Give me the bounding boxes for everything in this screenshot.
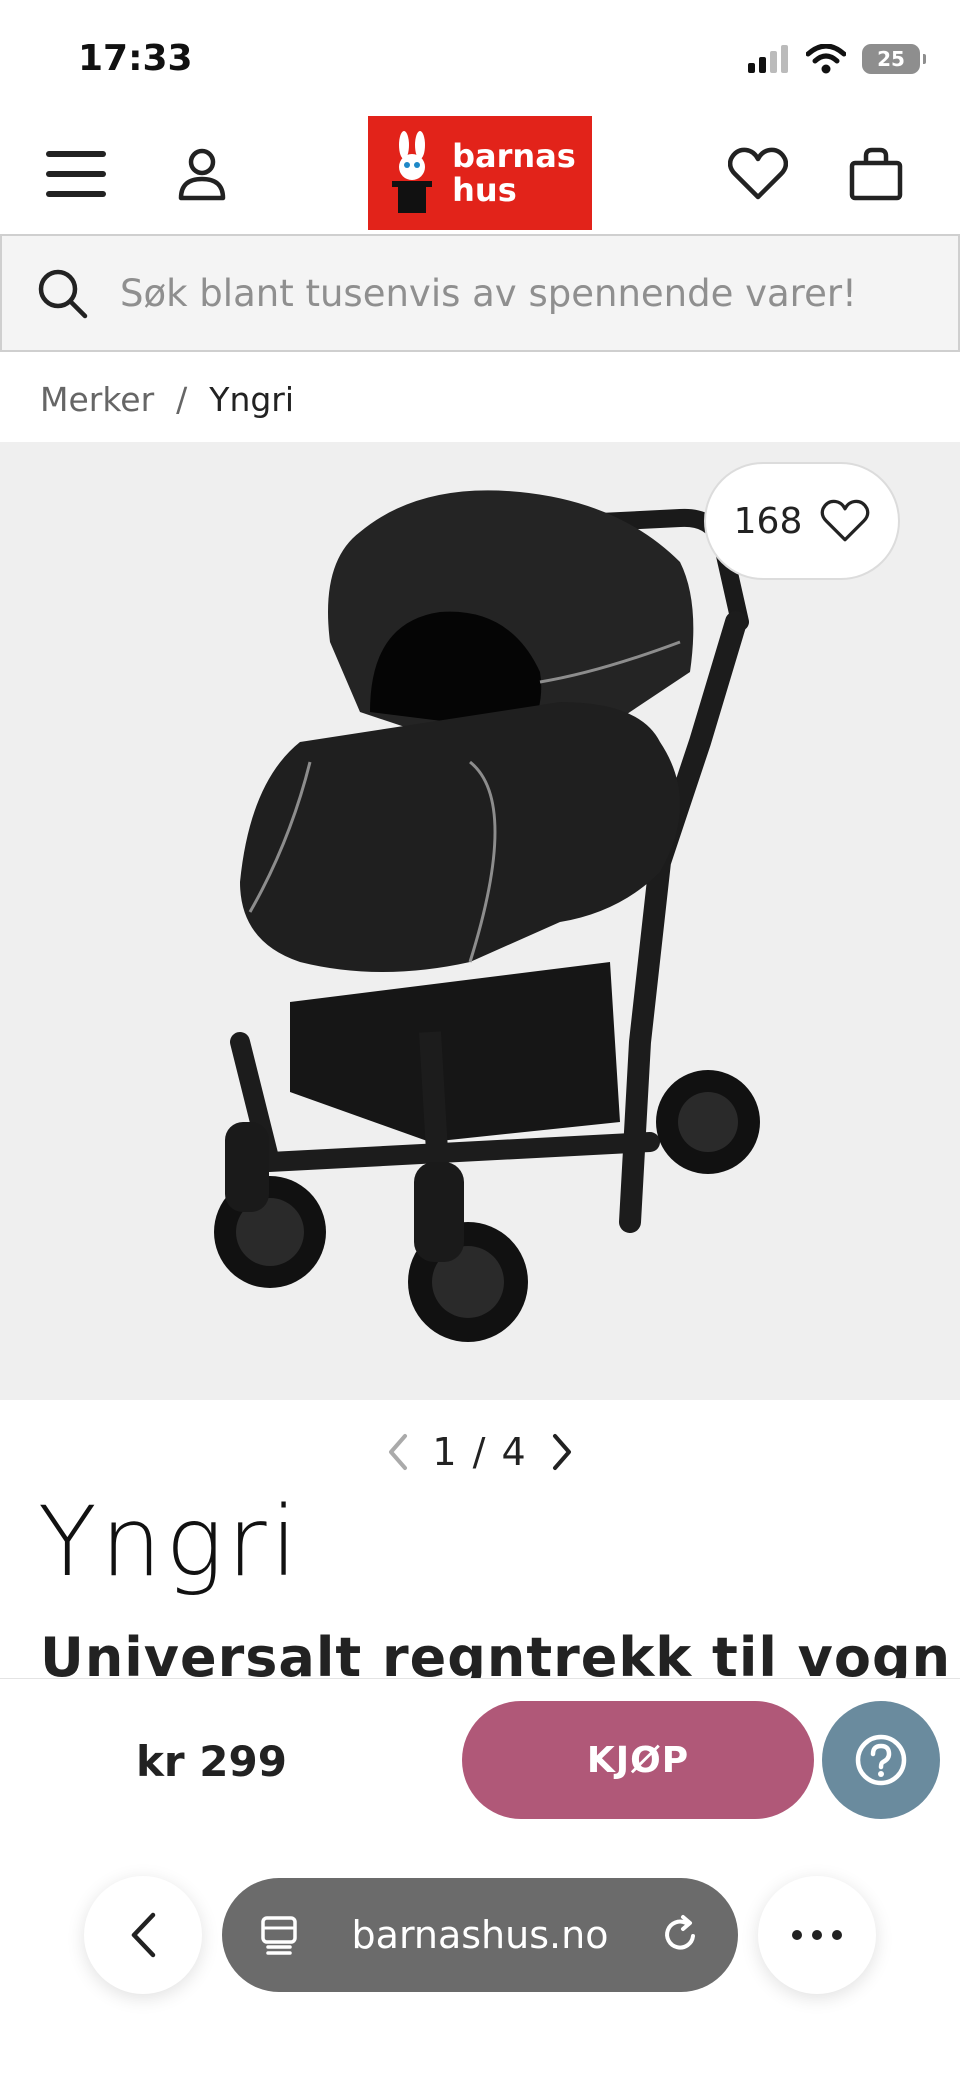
image-pager: 1 / 4 xyxy=(0,1422,960,1482)
pager-status: 1 / 4 xyxy=(432,1430,528,1474)
product-price: kr 299 xyxy=(136,1737,287,1786)
battery-indicator: 25 xyxy=(862,44,926,74)
breadcrumb-current: Yngri xyxy=(209,379,295,419)
menu-button[interactable] xyxy=(36,134,116,214)
chevron-left-icon xyxy=(131,1912,156,1958)
menu-icon xyxy=(46,151,106,197)
bag-icon xyxy=(849,147,903,201)
site-logo[interactable]: barnas hus xyxy=(368,116,592,230)
help-button[interactable] xyxy=(822,1701,940,1819)
wifi-icon xyxy=(806,44,846,74)
tabs-icon[interactable] xyxy=(258,1914,300,1956)
status-icons: 25 xyxy=(748,44,926,74)
address-bar[interactable]: barnashus.no xyxy=(222,1878,738,1992)
signal-icon xyxy=(748,45,788,73)
buy-bar: kr 299 KJØP xyxy=(0,1678,960,1858)
help-icon xyxy=(855,1734,907,1786)
account-button[interactable] xyxy=(162,134,242,214)
more-icon xyxy=(792,1930,842,1940)
chevron-right-icon xyxy=(552,1434,571,1470)
wishlist-button[interactable] xyxy=(718,134,798,214)
browser-more-button[interactable] xyxy=(758,1876,876,1994)
browser-back-button[interactable] xyxy=(84,1876,202,1994)
next-image-button[interactable] xyxy=(542,1427,582,1477)
cart-button[interactable] xyxy=(836,134,916,214)
logo-text: barnas hus xyxy=(452,137,576,209)
rabbit-hat-icon xyxy=(392,131,433,213)
search-icon xyxy=(38,269,88,319)
url-text[interactable]: barnashus.no xyxy=(300,1913,660,1957)
breadcrumb-brands[interactable]: Merker xyxy=(40,380,154,419)
previous-image-button[interactable] xyxy=(378,1427,418,1477)
stroller-image xyxy=(214,490,760,1342)
status-time: 17:33 xyxy=(78,38,193,79)
reload-icon[interactable] xyxy=(660,1914,702,1956)
browser-toolbar: barnashus.no xyxy=(0,1858,960,2078)
heart-icon xyxy=(821,499,870,542)
buy-button[interactable]: KJØP xyxy=(462,1701,814,1819)
breadcrumb-separator: / xyxy=(176,379,188,419)
heart-icon xyxy=(728,147,788,200)
product-title-area: Universalt regntrekk til vogn xyxy=(0,1618,960,1678)
status-bar: 17:33 25 xyxy=(0,0,960,112)
site-header: barnas hus xyxy=(0,112,960,230)
like-count: 168 xyxy=(733,500,803,542)
like-button[interactable]: 168 xyxy=(704,462,900,580)
search-input[interactable]: Søk blant tusenvis av spennende varer! xyxy=(120,272,857,315)
brand-logo[interactable]: Yngri xyxy=(38,1486,301,1598)
search-bar[interactable]: Søk blant tusenvis av spennende varer! xyxy=(0,234,960,352)
user-icon xyxy=(178,148,226,201)
chevron-left-icon xyxy=(389,1434,408,1470)
brand-name: Yngri xyxy=(38,1486,302,1598)
breadcrumb: Merker / Yngri xyxy=(40,374,294,424)
product-title: Universalt regntrekk til vogn xyxy=(40,1626,952,1678)
product-image-gallery[interactable]: 168 xyxy=(0,442,960,1400)
